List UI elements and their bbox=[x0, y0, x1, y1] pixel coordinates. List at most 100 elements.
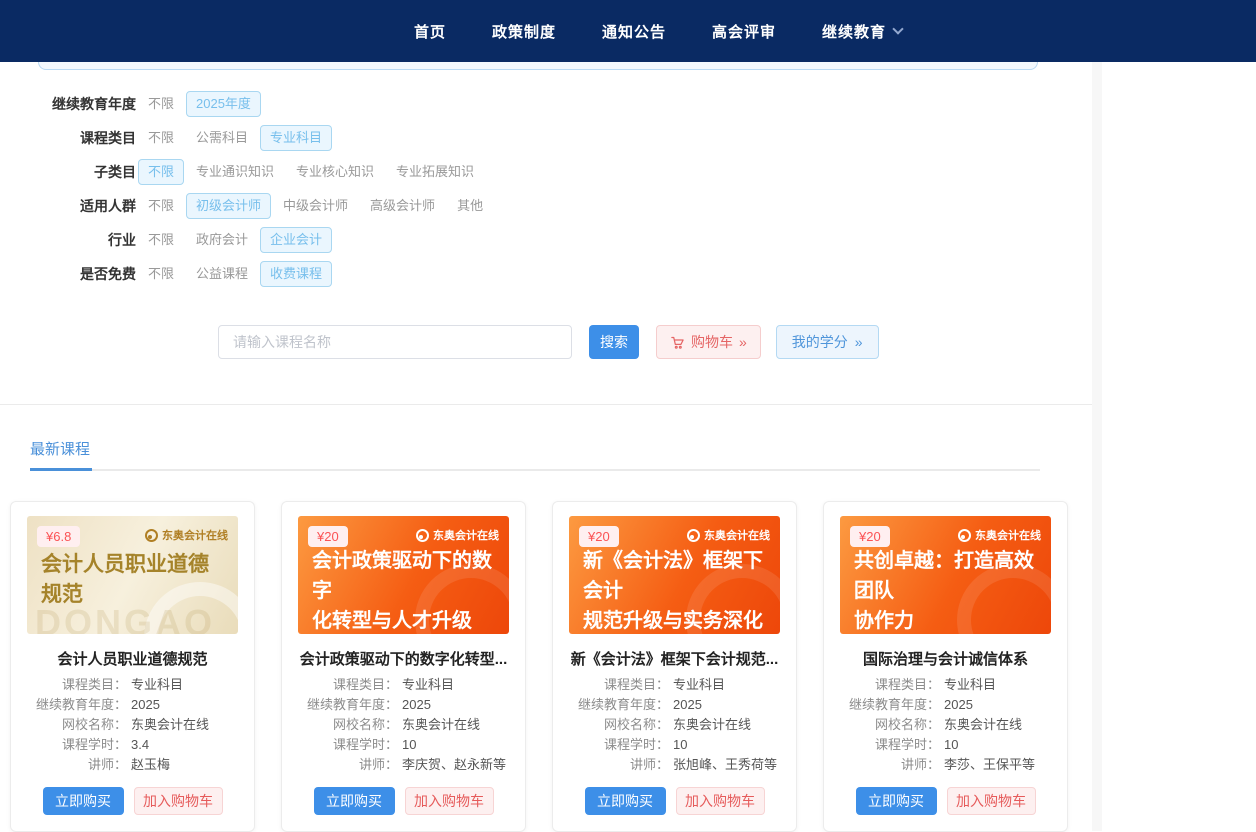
filter-chip[interactable]: 专业通识知识 bbox=[186, 159, 284, 185]
course-card: ¥20 东奥会计在线 共创卓越：打造高效团队 协作力 国际治理与会计诚信体系 课… bbox=[823, 501, 1068, 832]
filter-label: 子类目 bbox=[40, 162, 136, 182]
cart-button[interactable]: 购物车 » bbox=[656, 325, 761, 359]
filter-chip[interactable]: 高级会计师 bbox=[360, 193, 445, 219]
nav-item-home[interactable]: 首页 bbox=[414, 21, 446, 42]
meta-value: 赵玉梅 bbox=[127, 755, 170, 775]
course-meta: 课程类目：专业科目 继续教育年度：2025 网校名称：东奥会计在线 课程学时：1… bbox=[840, 675, 1051, 775]
nav-item-senior-review[interactable]: 高会评审 bbox=[712, 21, 776, 42]
meta-value: 3.4 bbox=[127, 735, 149, 755]
buy-now-button[interactable]: 立即购买 bbox=[856, 787, 937, 815]
meta-value: 专业科目 bbox=[398, 675, 454, 695]
filter-chip-selected[interactable]: 收费课程 bbox=[260, 261, 332, 287]
search-input[interactable] bbox=[218, 325, 572, 359]
course-card: DONGAO ¥6.8 东奥会计在线 会计人员职业道德规范 会计人员职业道德规范… bbox=[10, 501, 255, 832]
filter-chip[interactable]: 公益课程 bbox=[186, 261, 258, 287]
course-meta: 课程类目：专业科目 继续教育年度：2025 网校名称：东奥会计在线 课程学时：1… bbox=[298, 675, 509, 775]
add-to-cart-button[interactable]: 加入购物车 bbox=[676, 787, 765, 815]
meta-value: 2025 bbox=[398, 695, 431, 715]
filter-chip[interactable]: 政府会计 bbox=[186, 227, 258, 253]
course-title[interactable]: 会计政策驱动下的数字化转型... bbox=[298, 648, 509, 669]
course-banner-image[interactable]: ¥20 东奥会计在线 共创卓越：打造高效团队 协作力 bbox=[840, 516, 1051, 634]
filter-label: 继续教育年度 bbox=[40, 94, 136, 114]
banner-bottom-edge bbox=[38, 62, 1038, 70]
course-actions: 立即购买 加入购物车 bbox=[569, 787, 780, 815]
meta-label: 继续教育年度： bbox=[569, 695, 669, 715]
buy-now-button[interactable]: 立即购买 bbox=[314, 787, 395, 815]
course-title[interactable]: 国际治理与会计诚信体系 bbox=[840, 648, 1051, 669]
brand-logo: 东奥会计在线 bbox=[416, 527, 499, 543]
filter-chip-selected[interactable]: 初级会计师 bbox=[186, 193, 271, 219]
course-title[interactable]: 新《会计法》框架下会计规范... bbox=[569, 648, 780, 669]
filter-chip-selected[interactable]: 专业科目 bbox=[260, 125, 332, 151]
add-to-cart-button[interactable]: 加入购物车 bbox=[405, 787, 494, 815]
filter-chip[interactable]: 不限 bbox=[138, 227, 184, 253]
meta-value: 10 bbox=[669, 735, 687, 755]
meta-label: 课程类目： bbox=[569, 675, 669, 695]
filter-chip[interactable]: 专业拓展知识 bbox=[386, 159, 484, 185]
filter-chip[interactable]: 不限 bbox=[138, 91, 184, 117]
meta-value: 2025 bbox=[127, 695, 160, 715]
filter-row-industry: 行业 不限 政府会计 企业会计 bbox=[40, 227, 1256, 253]
search-button[interactable]: 搜索 bbox=[589, 325, 639, 359]
meta-value: 2025 bbox=[669, 695, 702, 715]
top-nav-bar: 首页 政策制度 通知公告 高会评审 继续教育 bbox=[0, 0, 1256, 62]
filter-panel: 继续教育年度 不限 2025年度 课程类目 不限 公需科目 专业科目 子类目 不… bbox=[0, 62, 1256, 287]
filter-chip[interactable]: 公需科目 bbox=[186, 125, 258, 151]
course-banner-image[interactable]: DONGAO ¥6.8 东奥会计在线 会计人员职业道德规范 bbox=[27, 516, 238, 634]
filter-chip-selected[interactable]: 不限 bbox=[138, 159, 184, 185]
course-card: ¥20 东奥会计在线 新《会计法》框架下会计 规范升级与实务深化 新《会计法》框… bbox=[552, 501, 797, 832]
nav-item-label: 继续教育 bbox=[822, 21, 886, 42]
course-meta: 课程类目：专业科目 继续教育年度：2025 网校名称：东奥会计在线 课程学时：1… bbox=[569, 675, 780, 775]
price-badge: ¥20 bbox=[308, 526, 348, 547]
add-to-cart-button[interactable]: 加入购物车 bbox=[947, 787, 1036, 815]
section-divider bbox=[0, 404, 1092, 405]
my-credits-button[interactable]: 我的学分 » bbox=[776, 325, 879, 359]
filter-row-year: 继续教育年度 不限 2025年度 bbox=[40, 91, 1256, 117]
meta-label: 网校名称： bbox=[27, 715, 127, 735]
filter-chip[interactable]: 其他 bbox=[447, 193, 493, 219]
meta-label: 讲师： bbox=[298, 755, 398, 775]
course-actions: 立即购买 加入购物车 bbox=[840, 787, 1051, 815]
course-banner-image[interactable]: ¥20 东奥会计在线 会计政策驱动下的数字 化转型与人才升级 bbox=[298, 516, 509, 634]
course-actions: 立即购买 加入购物车 bbox=[27, 787, 238, 815]
brand-logo-text: 东奥会计在线 bbox=[704, 527, 770, 543]
meta-value: 东奥会计在线 bbox=[127, 715, 209, 735]
meta-value: 东奥会计在线 bbox=[398, 715, 480, 735]
cart-icon bbox=[670, 335, 685, 350]
meta-label: 继续教育年度： bbox=[27, 695, 127, 715]
buy-now-button[interactable]: 立即购买 bbox=[585, 787, 666, 815]
scrollbar-track[interactable] bbox=[1092, 62, 1102, 831]
meta-label: 继续教育年度： bbox=[840, 695, 940, 715]
filter-chip[interactable]: 不限 bbox=[138, 261, 184, 287]
course-title[interactable]: 会计人员职业道德规范 bbox=[27, 648, 238, 669]
double-arrow-icon: » bbox=[855, 334, 863, 350]
filter-row-course-category: 课程类目 不限 公需科目 专业科目 bbox=[40, 125, 1256, 151]
price-badge: ¥6.8 bbox=[37, 526, 80, 547]
filter-chip[interactable]: 不限 bbox=[138, 193, 184, 219]
buy-now-button[interactable]: 立即购买 bbox=[43, 787, 124, 815]
meta-value: 李莎、王保平等 bbox=[940, 755, 1035, 775]
course-card-list: DONGAO ¥6.8 东奥会计在线 会计人员职业道德规范 会计人员职业道德规范… bbox=[10, 501, 1256, 832]
nav-menu: 首页 政策制度 通知公告 高会评审 继续教育 bbox=[414, 21, 902, 42]
filter-chip-selected[interactable]: 企业会计 bbox=[260, 227, 332, 253]
filter-chip[interactable]: 中级会计师 bbox=[273, 193, 358, 219]
brand-logo-text: 东奥会计在线 bbox=[433, 527, 499, 543]
nav-item-notices[interactable]: 通知公告 bbox=[602, 21, 666, 42]
course-banner-image[interactable]: ¥20 东奥会计在线 新《会计法》框架下会计 规范升级与实务深化 bbox=[569, 516, 780, 634]
add-to-cart-button[interactable]: 加入购物车 bbox=[134, 787, 223, 815]
brand-logo: 东奥会计在线 bbox=[145, 527, 228, 543]
filter-chip-selected[interactable]: 2025年度 bbox=[186, 91, 261, 117]
course-section-tabs: 最新课程 bbox=[30, 438, 1040, 471]
meta-value: 10 bbox=[940, 735, 958, 755]
filter-chip[interactable]: 专业核心知识 bbox=[286, 159, 384, 185]
nav-item-continuing-education[interactable]: 继续教育 bbox=[822, 21, 902, 42]
price-badge: ¥20 bbox=[579, 526, 619, 547]
brand-logo-icon bbox=[687, 529, 700, 542]
filter-chip[interactable]: 不限 bbox=[138, 125, 184, 151]
double-arrow-icon: » bbox=[739, 334, 747, 350]
nav-item-policies[interactable]: 政策制度 bbox=[492, 21, 556, 42]
meta-label: 网校名称： bbox=[840, 715, 940, 735]
meta-label: 课程类目： bbox=[298, 675, 398, 695]
meta-value: 2025 bbox=[940, 695, 973, 715]
tab-latest-courses[interactable]: 最新课程 bbox=[30, 438, 92, 471]
